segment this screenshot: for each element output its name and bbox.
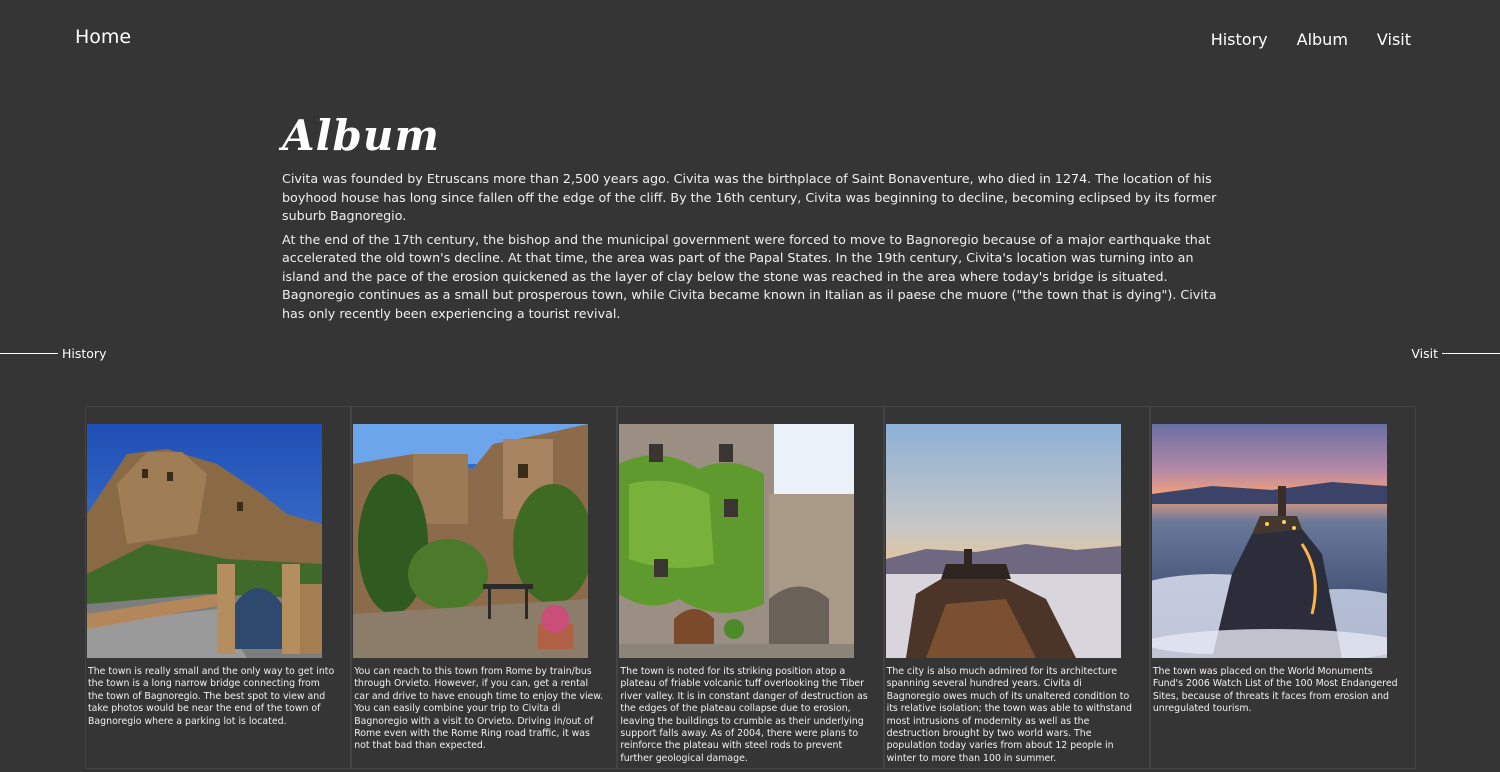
line-divider: [0, 353, 58, 354]
top-nav: History Album Visit: [1211, 30, 1411, 49]
gallery-photo[interactable]: [885, 424, 1121, 658]
gallery-card: The city is also much admired for its ar…: [883, 407, 1150, 769]
nav-home-link[interactable]: Home: [75, 26, 131, 48]
photo-caption: The town was placed on the World Monumen…: [1152, 666, 1398, 715]
intro-paragraph: Civita was founded by Etruscans more tha…: [282, 171, 1217, 223]
photo-caption: You can reach to this town from Rome by …: [354, 666, 604, 752]
gallery-photo[interactable]: [353, 424, 589, 658]
nav-link-visit[interactable]: Visit: [1377, 30, 1411, 49]
gallery-photo[interactable]: [619, 424, 855, 658]
gallery-photo[interactable]: [87, 424, 322, 658]
nav-link-album[interactable]: Album: [1297, 30, 1348, 49]
gallery-photo[interactable]: [1151, 424, 1387, 658]
photo-caption: The town is noted for its striking posit…: [620, 666, 868, 764]
gallery-card: You can reach to this town from Rome by …: [351, 407, 618, 769]
next-page-link[interactable]: Visit: [1411, 346, 1500, 361]
prev-page-label: History: [62, 346, 107, 361]
photo-caption: The town is really small and the only wa…: [88, 666, 335, 727]
next-page-label: Visit: [1411, 346, 1438, 361]
nav-link-history[interactable]: History: [1211, 30, 1268, 49]
gallery-card: The town was placed on the World Monumen…: [1149, 407, 1417, 769]
intro-section: Album Civita was founded by Etruscans mo…: [282, 110, 1217, 328]
photo-caption: The city is also much admired for its ar…: [886, 666, 1132, 764]
line-divider: [1442, 353, 1500, 354]
gallery-card: The town is noted for its striking posit…: [617, 407, 884, 769]
page-title: Album: [282, 111, 440, 160]
prev-page-link[interactable]: History: [0, 346, 106, 361]
gallery-card: The town is really small and the only wa…: [85, 407, 352, 769]
photo-gallery: The town is really small and the only wa…: [85, 406, 1417, 769]
intro-paragraph: At the end of the 17th century, the bish…: [282, 231, 1217, 321]
